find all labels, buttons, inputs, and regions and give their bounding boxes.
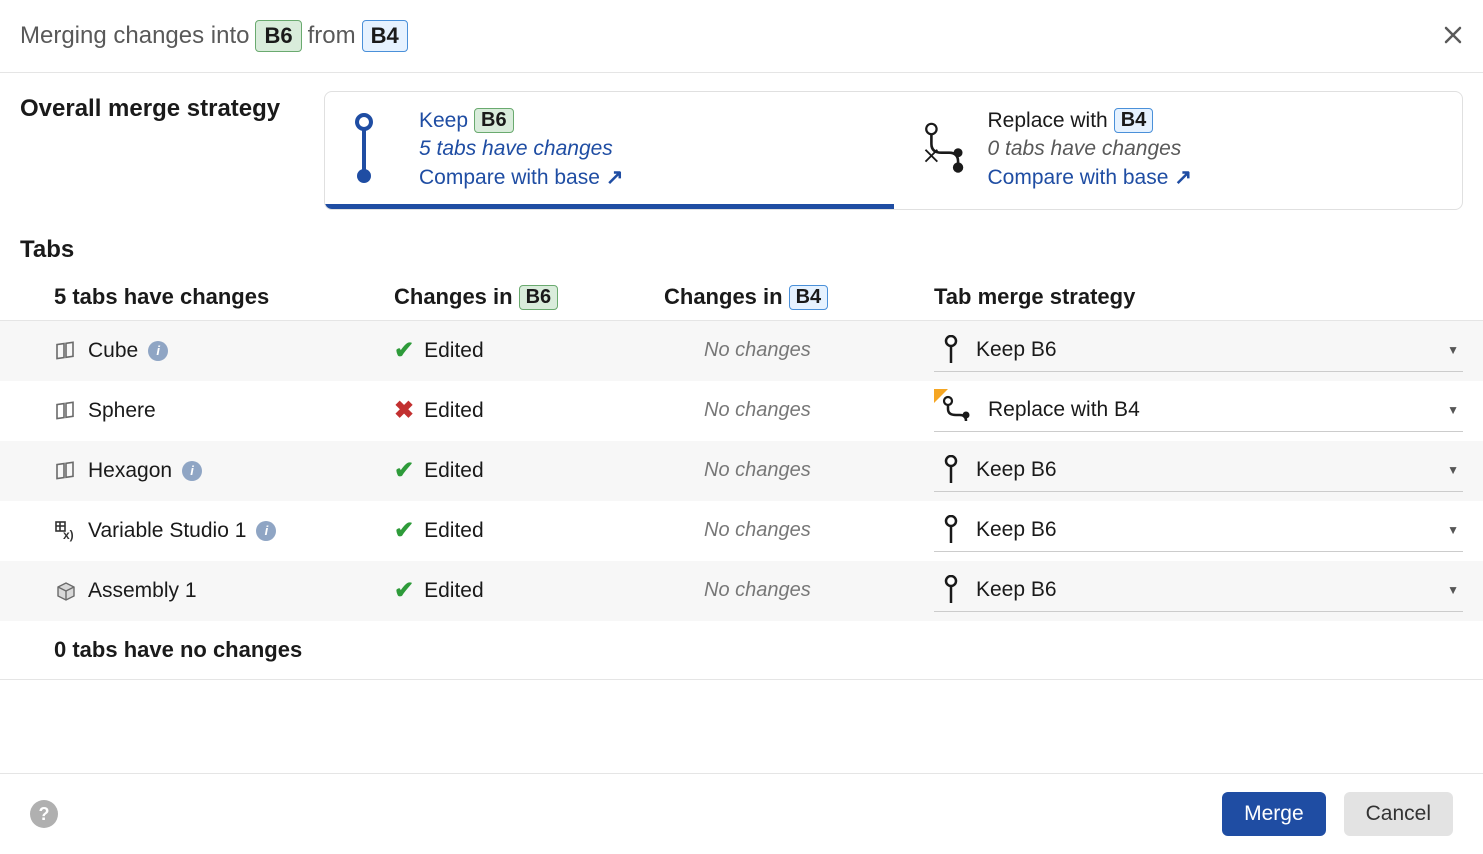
chevron-down-icon: ▼ (1447, 343, 1459, 357)
status-b6: Edited (424, 339, 484, 363)
status-b4: No changes (664, 339, 934, 362)
chevron-down-icon: ▼ (1447, 523, 1459, 537)
strategy-label: Overall merge strategy (20, 91, 300, 123)
table-row: Cubei ✔ Edited No changes Keep B6 ▼ (0, 321, 1483, 381)
cancel-button[interactable]: Cancel (1344, 792, 1453, 836)
tab-name-label: Variable Studio 1 (88, 519, 246, 543)
tab-strategy-label: Keep B6 (976, 458, 1057, 482)
info-icon[interactable]: i (256, 521, 276, 541)
chevron-down-icon: ▼ (1447, 463, 1459, 477)
tab-strategy-label: Replace with B4 (988, 398, 1140, 422)
keep-graph-icon (355, 108, 395, 190)
chevron-down-icon: ▼ (1447, 403, 1459, 417)
svg-text:x): x) (63, 528, 74, 542)
table-row: Assembly 1 ✔ Edited No changes Keep B6 ▼ (0, 561, 1483, 621)
x-icon: ✖ (394, 396, 414, 425)
replace-subtitle: 0 tabs have changes (988, 137, 1193, 161)
keep-subtitle: 5 tabs have changes (419, 137, 624, 161)
col-tab-strategy: Tab merge strategy (934, 284, 1463, 310)
col-changes-in-b6: Changes in B6 (394, 284, 664, 310)
tab-strategy-label: Keep B6 (976, 578, 1057, 602)
status-b4: No changes (664, 459, 934, 482)
into-branch-tag: B6 (255, 20, 301, 52)
tab-strategy-select[interactable]: Replace with B4 ▼ (934, 389, 1463, 432)
merge-button[interactable]: Merge (1222, 792, 1326, 836)
replace-title-prefix: Replace with (988, 109, 1108, 133)
from-branch-tag: B4 (362, 20, 408, 52)
tab-strategy-select[interactable]: Keep B6 ▼ (934, 509, 1463, 552)
strategy-replace[interactable]: Replace with B4 0 tabs have changes Comp… (894, 92, 1463, 209)
check-icon: ✔ (394, 516, 414, 545)
tab-strategy-label: Keep B6 (976, 518, 1057, 542)
table-row: Sphere ✖ Edited No changes Replace with B4 ▼ (0, 381, 1483, 441)
info-icon[interactable]: i (148, 341, 168, 361)
external-link-icon: ↗ (1174, 165, 1192, 190)
chevron-down-icon: ▼ (1447, 583, 1459, 597)
part-icon (54, 459, 78, 483)
strategy-keep[interactable]: Keep B6 5 tabs have changes Compare with… (325, 92, 894, 209)
info-icon[interactable]: i (182, 461, 202, 481)
tab-strategy-select[interactable]: Keep B6 ▼ (934, 569, 1463, 612)
col-changes-in-b4: Changes in B4 (664, 284, 934, 310)
strategy-keep-icon (942, 335, 960, 365)
title-prefix: Merging changes into (20, 22, 249, 50)
tab-name-label: Sphere (88, 399, 156, 423)
tab-name-label: Cube (88, 339, 138, 363)
flag-icon (934, 389, 948, 403)
keep-title-prefix: Keep (419, 109, 468, 133)
strategy-keep-icon (942, 515, 960, 545)
status-b4: No changes (664, 519, 934, 542)
status-b4: No changes (664, 579, 934, 602)
table-row: Hexagon i ✔ Edited No changes Keep B6 ▼ (0, 441, 1483, 501)
check-icon: ✔ (394, 336, 414, 365)
strategy-box: Keep B6 5 tabs have changes Compare with… (324, 91, 1463, 210)
help-icon[interactable]: ? (30, 800, 58, 828)
tab-strategy-label: Keep B6 (976, 338, 1057, 362)
status-b6: Edited (424, 519, 484, 543)
col-changes-count: 5 tabs have changes (54, 284, 394, 310)
check-icon: ✔ (394, 456, 414, 485)
tab-name-label: Hexagon (88, 459, 172, 483)
replace-branch-tag: B4 (1114, 108, 1154, 133)
close-icon[interactable] (1443, 21, 1463, 52)
check-icon: ✔ (394, 576, 414, 605)
strategy-keep-icon (942, 575, 960, 605)
tab-strategy-select[interactable]: Keep B6 ▼ (934, 329, 1463, 372)
table-header: 5 tabs have changes Changes in B6 Change… (0, 274, 1483, 321)
tab-strategy-select[interactable]: Keep B6 ▼ (934, 449, 1463, 492)
status-b6: Edited (424, 579, 484, 603)
replace-compare-link[interactable]: Compare with base ↗ (988, 165, 1193, 190)
strategy-keep-icon (942, 455, 960, 485)
status-b4: No changes (664, 399, 934, 422)
status-b6: Edited (424, 459, 484, 483)
no-changes-heading: 0 tabs have no changes (0, 621, 1483, 680)
status-b6: Edited (424, 399, 484, 423)
tab-name-label: Assembly 1 (88, 579, 197, 603)
keep-compare-link[interactable]: Compare with base ↗ (419, 165, 624, 190)
part-icon (54, 399, 78, 423)
title-middle: from (308, 22, 356, 50)
table-row: x)Variable Studio 1i✔EditedNo changesKee… (0, 501, 1483, 561)
keep-branch-tag: B6 (474, 108, 514, 133)
assembly-icon (54, 579, 78, 603)
replace-graph-icon (924, 108, 964, 195)
dialog-title: Merging changes into B6 from B4 (20, 20, 408, 52)
variable-icon: x) (54, 519, 78, 543)
external-link-icon: ↗ (606, 165, 624, 190)
tabs-label: Tabs (0, 220, 1483, 274)
part-icon (54, 339, 78, 363)
